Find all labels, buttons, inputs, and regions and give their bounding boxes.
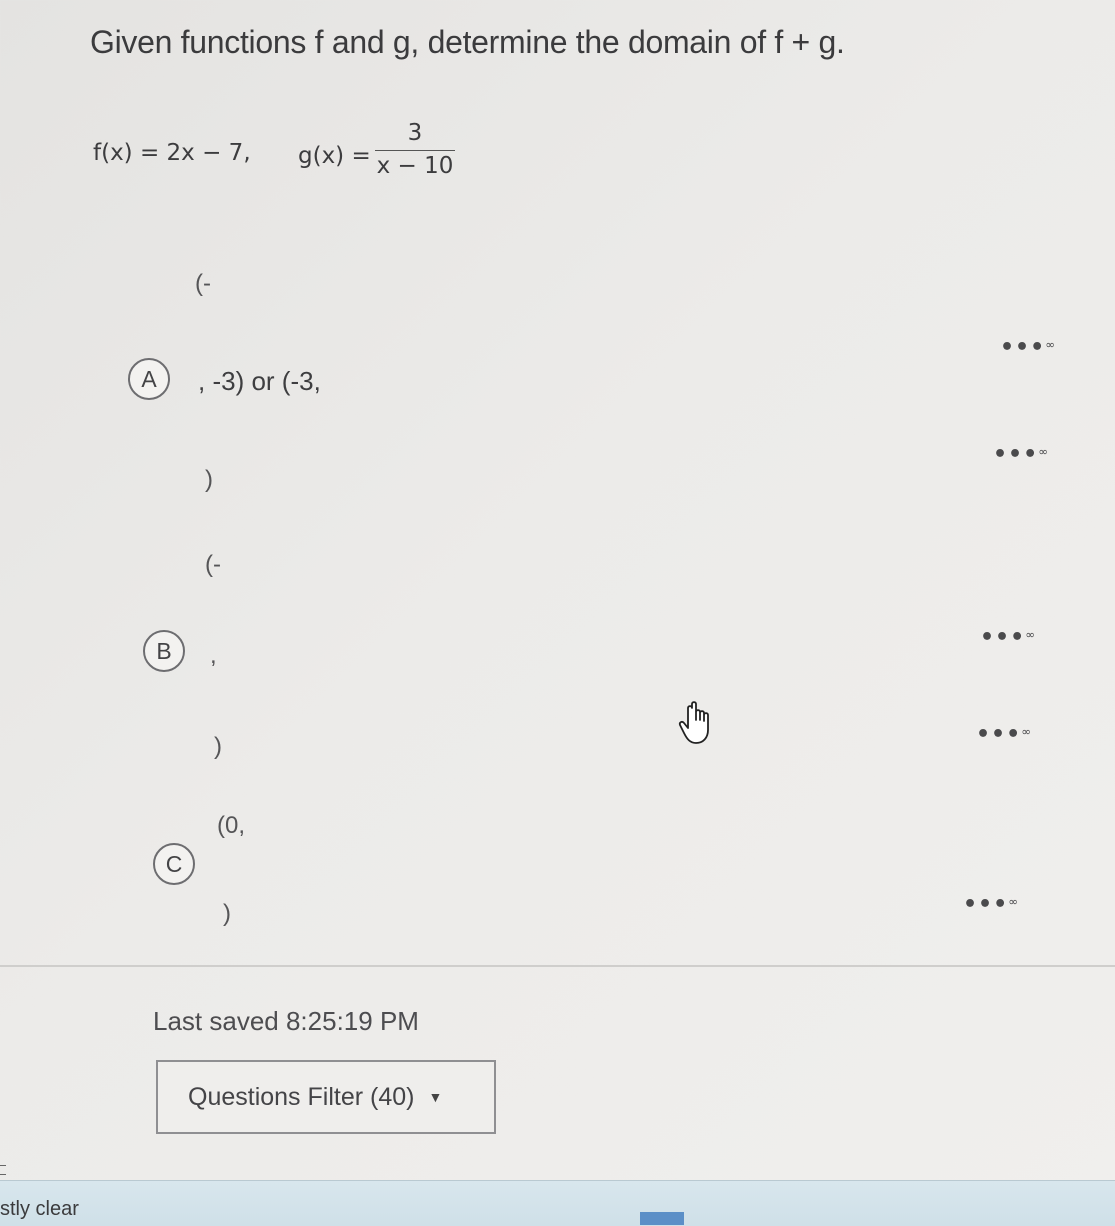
caret-down-icon: ▼: [428, 1089, 443, 1105]
g-fraction: 3 x − 10: [375, 120, 455, 179]
f-definition: f(x) = 2x − 7,: [93, 140, 251, 166]
questions-filter-label: Questions Filter (40): [188, 1082, 415, 1111]
infinity-icon: ∞: [1021, 724, 1031, 739]
choice-a-middle[interactable]: , -3) or (-3,: [198, 366, 321, 397]
ellipsis-icon: •••: [963, 892, 1009, 917]
ellipsis-icon: •••: [976, 722, 1022, 747]
choice-c-top[interactable]: (0,: [217, 812, 245, 840]
ellipsis-icon: •••: [980, 625, 1026, 650]
choice-b-middle[interactable]: ,: [210, 642, 217, 670]
hand-pointer-icon: [678, 701, 709, 744]
ellipsis-icon: •••: [993, 442, 1039, 467]
infinity-icon: ∞: [1025, 627, 1035, 642]
weather-status[interactable]: stly clear: [0, 1198, 79, 1221]
infinity-mark: •••∞: [963, 892, 1018, 917]
question-title: Given functions f and g, determine the d…: [90, 24, 845, 60]
edge-mark: [0, 1165, 6, 1175]
choice-b-bottom[interactable]: ): [214, 733, 222, 761]
choice-b-top[interactable]: (-: [205, 551, 221, 579]
infinity-mark: •••∞: [976, 722, 1031, 747]
taskbar-app-icon[interactable]: [640, 1212, 684, 1225]
choice-c-bottom[interactable]: ): [223, 900, 231, 928]
ellipsis-icon: •••: [1000, 335, 1046, 360]
g-denominator: x − 10: [376, 153, 454, 179]
infinity-icon: ∞: [1045, 337, 1055, 352]
choice-c-radio[interactable]: C: [153, 843, 195, 885]
last-saved-status: Last saved 8:25:19 PM: [153, 1006, 419, 1036]
g-numerator: 3: [407, 120, 423, 146]
infinity-icon: ∞: [1038, 444, 1048, 459]
infinity-mark: •••∞: [993, 442, 1048, 467]
section-divider: [0, 965, 1115, 967]
taskbar: [0, 1180, 1115, 1226]
infinity-icon: ∞: [1008, 894, 1018, 909]
infinity-mark: •••∞: [1000, 335, 1055, 360]
infinity-mark: •••∞: [980, 625, 1035, 650]
questions-filter-button[interactable]: Questions Filter (40) ▼: [156, 1060, 496, 1134]
choice-a-radio[interactable]: A: [128, 358, 170, 400]
g-definition-lhs: g(x) =: [298, 143, 371, 169]
choice-b-radio[interactable]: B: [143, 630, 185, 672]
choice-a-bottom[interactable]: ): [205, 466, 213, 494]
choice-a-top[interactable]: (-: [195, 270, 211, 298]
